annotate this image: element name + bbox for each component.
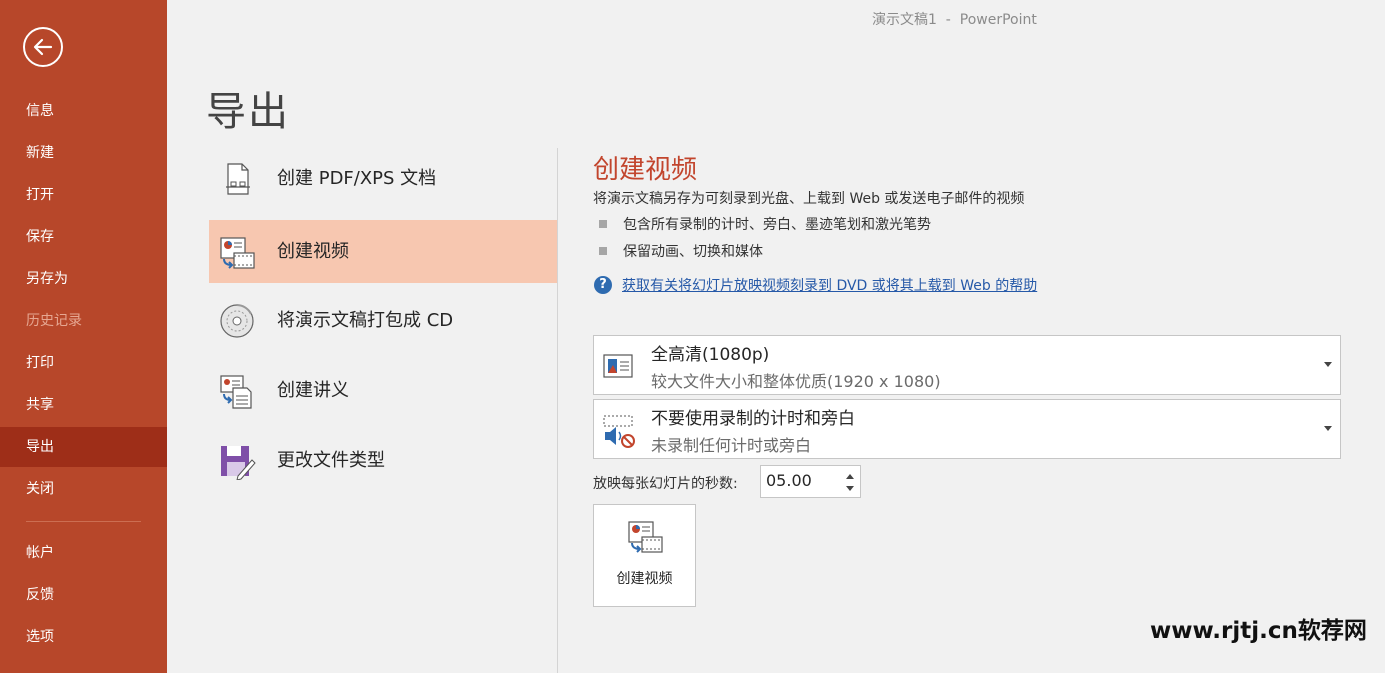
create-video-icon — [628, 521, 663, 553]
seconds-per-slide-label: 放映每张幻灯片的秒数: — [593, 476, 738, 492]
handout-icon — [220, 375, 252, 409]
video-pane-title: 创建视频 — [593, 155, 698, 185]
nav-account[interactable]: 帐户 — [0, 533, 167, 573]
option-label: 创建 PDF/XPS 文档 — [277, 168, 437, 189]
bullet-square-icon — [599, 247, 607, 255]
seconds-value: 05.00 — [766, 471, 812, 490]
timing-sub-text: 未录制任何计时或旁白 — [651, 436, 812, 455]
video-pane-description: 将演示文稿另存为可刻录到光盘、上载到 Web 或发送电子邮件的视频 — [593, 191, 1025, 207]
nav-save[interactable]: 保存 — [0, 217, 167, 257]
feature-bullet: 保留动画、切换和媒体 — [599, 241, 763, 261]
backstage-sidebar: 信息 新建 打开 保存 另存为 历史记录 打印 共享 导出 关闭 帐户 反馈 选… — [0, 0, 167, 673]
nav-open[interactable]: 打开 — [0, 175, 167, 215]
nav-export[interactable]: 导出 — [0, 427, 167, 467]
bullet-text: 保留动画、切换和媒体 — [623, 244, 763, 260]
presentation-quality-icon — [603, 354, 633, 378]
save-as-type-icon — [221, 446, 256, 480]
chevron-down-icon — [1324, 362, 1332, 367]
option-label: 创建讲义 — [277, 380, 349, 401]
option-create-video[interactable]: 创建视频 — [209, 220, 557, 283]
nav-options[interactable]: 选项 — [0, 617, 167, 657]
timing-narration-dropdown[interactable]: 不要使用录制的计时和旁白 未录制任何计时或旁白 — [593, 399, 1341, 459]
pdf-document-icon — [226, 163, 250, 195]
nav-feedback[interactable]: 反馈 — [0, 575, 167, 615]
create-video-button-label: 创建视频 — [616, 571, 673, 587]
option-create-pdf-xps[interactable]: 创建 PDF/XPS 文档 — [209, 147, 557, 210]
nav-history: 历史记录 — [26, 313, 82, 329]
timing-main-text: 不要使用录制的计时和旁白 — [651, 409, 855, 429]
seconds-per-slide-input[interactable]: 05.00 — [760, 465, 861, 498]
spinner-down-icon[interactable] — [846, 486, 854, 491]
quality-main-text: 全高清(1080p) — [651, 345, 770, 365]
no-narration-icon — [603, 415, 635, 448]
back-button[interactable] — [23, 27, 63, 67]
option-label: 更改文件类型 — [277, 450, 385, 471]
pane-divider — [557, 148, 558, 673]
nav-close[interactable]: 关闭 — [0, 469, 167, 509]
nav-new[interactable]: 新建 — [0, 133, 167, 173]
option-package-cd[interactable]: 将演示文稿打包成 CD — [209, 289, 557, 352]
help-question-icon: ? — [594, 276, 612, 294]
nav-share[interactable]: 共享 — [0, 385, 167, 425]
bullet-text: 包含所有录制的计时、旁白、墨迹笔划和激光笔势 — [623, 217, 931, 233]
cd-disc-icon — [220, 304, 254, 338]
option-label: 创建视频 — [277, 241, 349, 262]
window-title: 演示文稿1 - PowerPoint — [872, 12, 1037, 28]
help-row: ? 获取有关将幻灯片放映视频刻录到 DVD 或将其上载到 Web 的帮助 — [594, 275, 1037, 295]
video-quality-dropdown[interactable]: 全高清(1080p) 较大文件大小和整体优质(1920 x 1080) — [593, 335, 1341, 395]
chevron-down-icon — [1324, 426, 1332, 431]
spinner-up-icon[interactable] — [846, 474, 854, 479]
option-change-file-type[interactable]: 更改文件类型 — [209, 429, 557, 492]
create-video-icon — [220, 237, 255, 269]
quality-sub-text: 较大文件大小和整体优质(1920 x 1080) — [651, 372, 941, 391]
site-watermark: www.rjtj.cn软荐网 — [1150, 618, 1367, 644]
nav-info[interactable]: 信息 — [0, 91, 167, 131]
back-arrow-icon — [33, 38, 53, 56]
help-link[interactable]: 获取有关将幻灯片放映视频刻录到 DVD 或将其上载到 Web 的帮助 — [622, 278, 1037, 294]
option-create-handouts[interactable]: 创建讲义 — [209, 359, 557, 422]
feature-bullet: 包含所有录制的计时、旁白、墨迹笔划和激光笔势 — [599, 214, 931, 234]
bullet-square-icon — [599, 220, 607, 228]
nav-save-as[interactable]: 另存为 — [0, 259, 167, 299]
option-label: 将演示文稿打包成 CD — [277, 310, 454, 331]
create-video-button[interactable]: 创建视频 — [593, 504, 696, 607]
page-title: 导出 — [206, 89, 290, 135]
nav-print[interactable]: 打印 — [0, 343, 167, 383]
sidebar-divider — [26, 521, 141, 522]
